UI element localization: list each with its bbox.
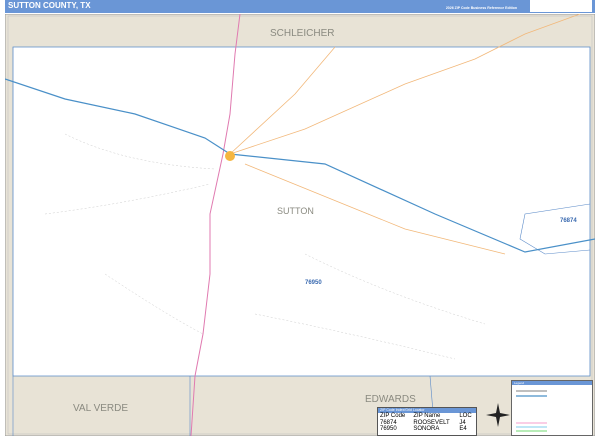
label-sutton: SUTTON <box>277 206 314 216</box>
map-title: SUTTON COUNTY, TX <box>8 1 91 10</box>
label-edwards: EDWARDS <box>365 394 416 405</box>
label-val-verde: VAL VERDE <box>73 403 128 414</box>
publisher-logo <box>530 0 592 12</box>
edition-label: 2026 ZIP Code Business Reference Edition <box>445 6 517 10</box>
map-legend: Legend <box>511 380 593 436</box>
sonora-town <box>225 151 235 161</box>
zip-index: ZIP Code Index/Grid Locator ZIP Code ZIP … <box>377 407 477 436</box>
label-schleicher: SCHLEICHER <box>270 28 334 39</box>
zip-label-76950: 76950 <box>305 280 322 286</box>
zip-label-76874: 76874 <box>560 218 577 224</box>
table-row: 76950 SONORA E4 <box>380 426 467 432</box>
header-bar: SUTTON COUNTY, TX 2026 ZIP Code Business… <box>5 0 595 13</box>
county-map[interactable]: SCHLEICHER EDWARDS VAL VERDE SUTTON 7687… <box>5 14 595 436</box>
